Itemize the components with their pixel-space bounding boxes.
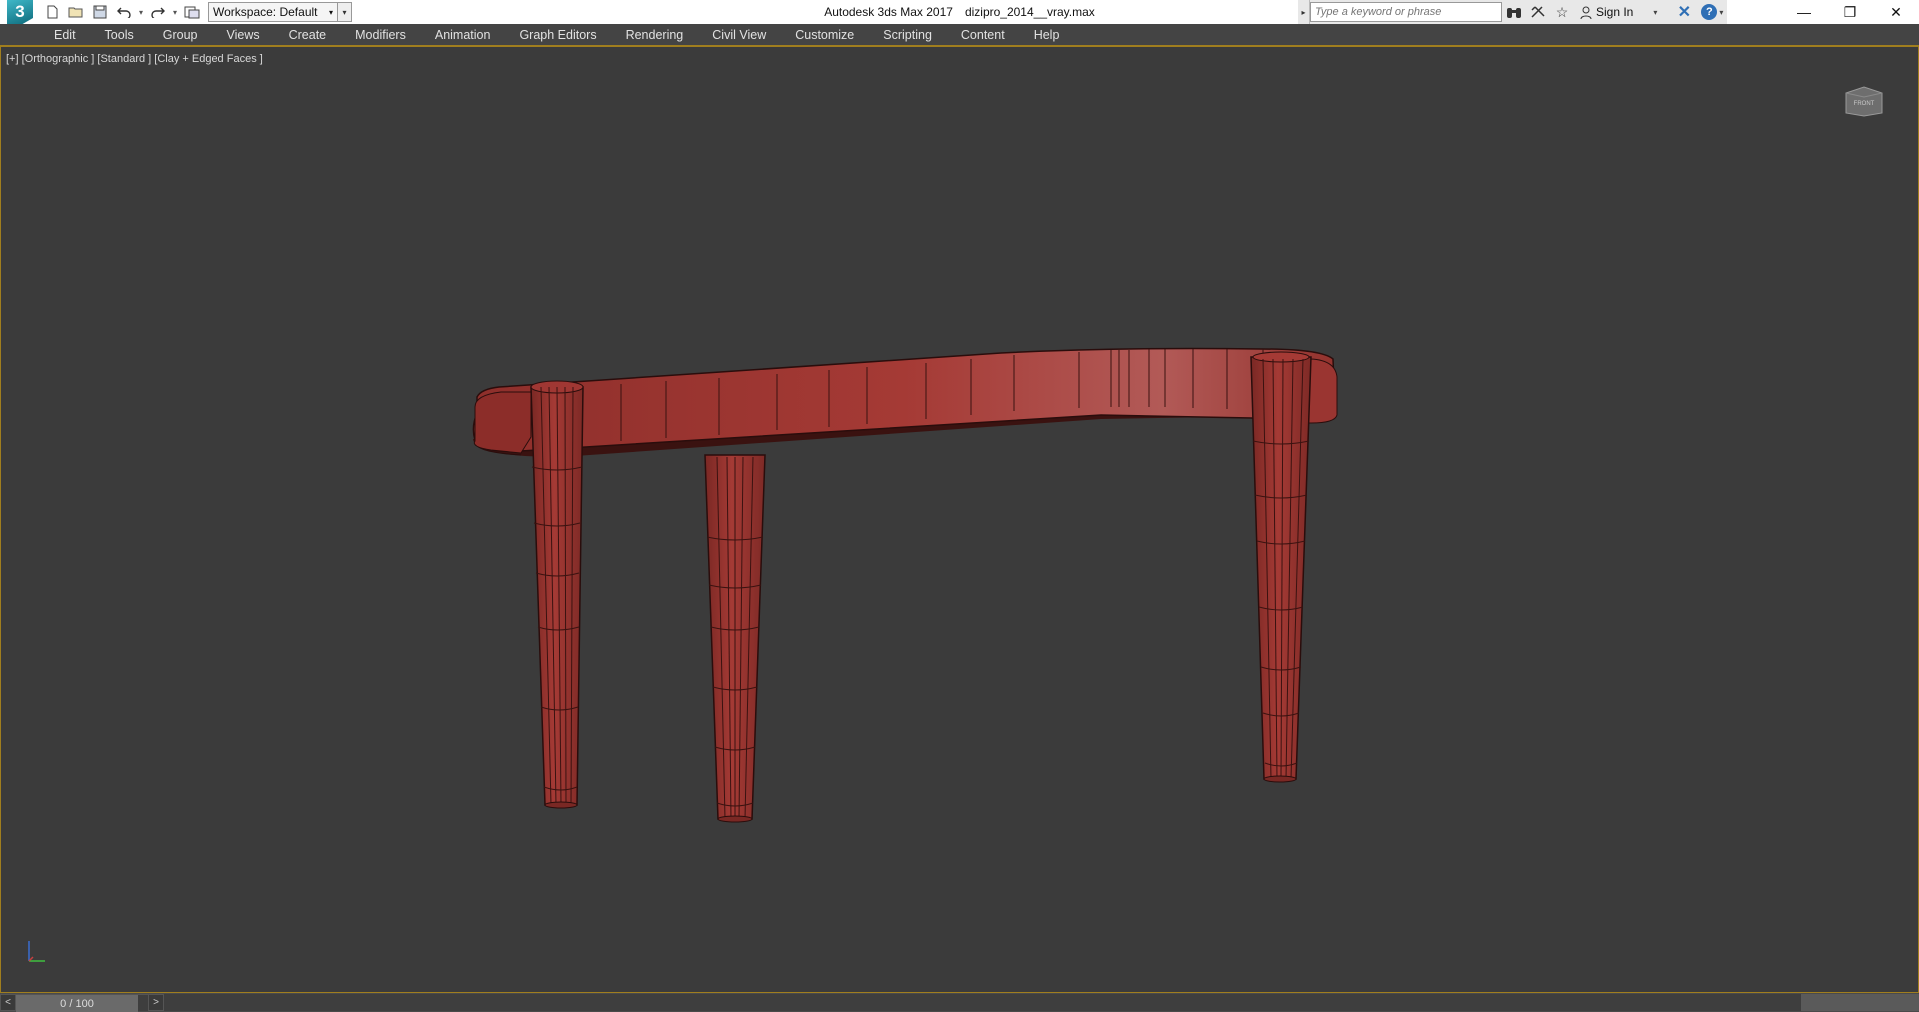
table-apron — [472, 347, 1336, 453]
time-slider-track[interactable]: 0 / 100 — [16, 994, 148, 1012]
sign-in-label: Sign In — [1596, 5, 1634, 19]
project-folder-icon[interactable] — [180, 0, 204, 24]
search-expand-icon[interactable]: ▸ — [1298, 0, 1310, 24]
redo-dropdown-icon[interactable]: ▾ — [170, 0, 180, 24]
menu-tools[interactable]: Tools — [105, 28, 148, 42]
time-slider-thumb[interactable]: 0 / 100 — [16, 995, 138, 1012]
previous-frame-button[interactable]: < — [0, 994, 16, 1011]
menu-help[interactable]: Help — [1034, 28, 1074, 42]
search-input[interactable] — [1310, 2, 1502, 22]
user-icon — [1580, 6, 1592, 19]
menu-rendering[interactable]: Rendering — [626, 28, 698, 42]
leg-top-cap — [1252, 351, 1310, 363]
apron-left-end — [473, 391, 532, 454]
app-name: Autodesk 3ds Max 2017 — [824, 5, 953, 19]
next-frame-button[interactable]: > — [148, 994, 164, 1011]
svg-text:FRONT: FRONT — [1854, 101, 1875, 107]
communication-center-icon[interactable] — [1526, 0, 1550, 24]
new-file-icon[interactable] — [40, 0, 64, 24]
close-button[interactable]: ✕ — [1873, 0, 1919, 24]
infocenter: ▸ ☆ Sign In ▾ ✕ ? ▾ — [1298, 0, 1728, 24]
leg-foot — [1263, 775, 1297, 783]
autodesk-exchange-icon[interactable]: ✕ — [1671, 0, 1697, 24]
menu-scripting[interactable]: Scripting — [883, 28, 946, 42]
table-leg-front-left — [530, 386, 584, 806]
window-controls: — ❐ ✕ — [1781, 0, 1919, 24]
favorites-star-icon[interactable]: ☆ — [1550, 0, 1574, 24]
minimize-button[interactable]: — — [1781, 0, 1827, 24]
viewport-label-menu[interactable]: [+] [Orthographic ] [Standard ] [Clay + … — [6, 53, 263, 65]
menu-group[interactable]: Group — [163, 28, 212, 42]
viewcube-icon[interactable]: FRONT — [1844, 85, 1884, 117]
restore-button[interactable]: ❐ — [1827, 0, 1873, 24]
menu-bar: Edit Tools Group Views Create Modifiers … — [0, 24, 1919, 46]
menu-civil-view[interactable]: Civil View — [712, 28, 780, 42]
help-dropdown-icon: ▾ — [1719, 7, 1724, 17]
quick-access-customize-icon[interactable]: ▾ — [338, 2, 352, 22]
redo-icon[interactable] — [146, 0, 170, 24]
menu-modifiers[interactable]: Modifiers — [355, 28, 420, 42]
menu-animation[interactable]: Animation — [435, 28, 505, 42]
leg-foot — [717, 815, 753, 823]
sign-in-dropdown-icon[interactable]: ▾ — [1639, 0, 1671, 24]
menu-edit[interactable]: Edit — [54, 28, 90, 42]
timeline-scroll-handle[interactable] — [1801, 994, 1919, 1011]
app-menu-button[interactable]: 3 — [0, 0, 40, 24]
binoculars-icon[interactable] — [1502, 0, 1526, 24]
workspace-selector[interactable]: Workspace: Default ▾ — [208, 2, 338, 22]
app-logo-icon: 3 — [7, 0, 33, 24]
title-bar: 3 ▾ ▾ Workspace: Default ▾ ▾ Autodesk 3d… — [0, 0, 1919, 24]
menu-views[interactable]: Views — [226, 28, 273, 42]
chevron-down-icon: ▾ — [328, 7, 333, 17]
undo-dropdown-icon[interactable]: ▾ — [136, 0, 146, 24]
workspace-label: Workspace: Default — [213, 5, 318, 19]
menu-customize[interactable]: Customize — [795, 28, 868, 42]
menu-graph-editors[interactable]: Graph Editors — [519, 28, 610, 42]
open-file-icon[interactable] — [64, 0, 88, 24]
help-icon: ? — [1701, 4, 1718, 20]
axis-tripod-icon — [23, 937, 53, 967]
save-icon[interactable] — [88, 0, 112, 24]
orthographic-viewport[interactable]: [+] [Orthographic ] [Standard ] [Clay + … — [0, 46, 1919, 993]
sign-in-button[interactable]: Sign In — [1574, 0, 1639, 24]
file-name: dizipro_2014__vray.max — [964, 5, 1095, 19]
undo-icon[interactable] — [112, 0, 136, 24]
time-slider: < 0 / 100 > — [0, 993, 1919, 1012]
menu-content[interactable]: Content — [961, 28, 1019, 42]
leg-foot — [544, 801, 578, 809]
scene-model[interactable] — [1, 47, 1919, 994]
help-button[interactable]: ? ▾ — [1697, 0, 1727, 24]
timeline-track[interactable] — [164, 994, 1919, 1011]
menu-create[interactable]: Create — [289, 28, 341, 42]
